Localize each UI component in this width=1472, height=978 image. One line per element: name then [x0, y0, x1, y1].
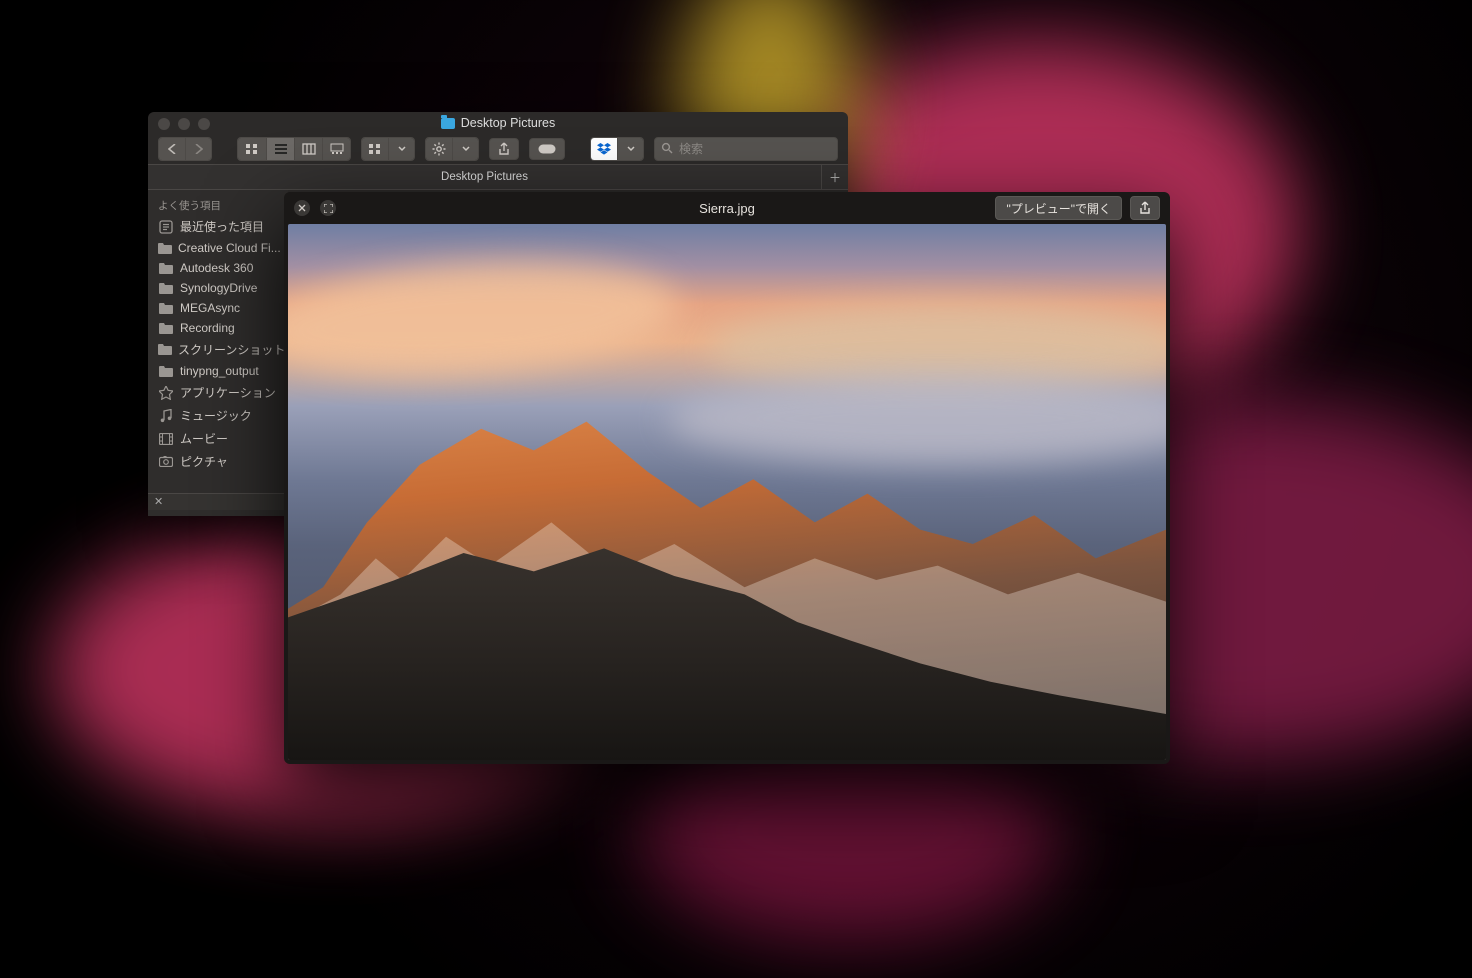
arrange-chevron[interactable] [388, 138, 414, 160]
nav-buttons [158, 137, 212, 161]
sidebar-item-label: Autodesk 360 [180, 261, 253, 275]
gallery-view-button[interactable] [322, 138, 350, 160]
sidebar-item-movies[interactable]: ムービー [148, 427, 288, 450]
sidebar-item-label: MEGAsync [180, 301, 240, 315]
sidebar-item-creative-cloud[interactable]: Creative Cloud Fi... [148, 238, 288, 258]
quicklook-close-button[interactable] [294, 200, 310, 216]
recent-icon [158, 220, 174, 234]
pathbar-close-button[interactable]: ✕ [154, 495, 163, 508]
action-gear-button[interactable] [426, 138, 452, 160]
sidebar-item-label: アプリケーション [180, 384, 276, 401]
dropbox-chevron[interactable] [617, 138, 643, 160]
sidebar-item-recents[interactable]: 最近使った項目 [148, 215, 288, 238]
sidebar-item-tinypng-output[interactable]: tinypng_output [148, 361, 288, 381]
finder-toolbar [148, 134, 848, 164]
quicklook-titlebar[interactable]: Sierra.jpg "プレビュー"で開く [284, 192, 1170, 224]
pictures-icon [158, 456, 174, 467]
window-title-text: Desktop Pictures [461, 116, 555, 130]
folder-icon [158, 366, 174, 377]
view-mode-segment [237, 137, 351, 161]
sidebar-item-applications[interactable]: アプリケーション [148, 381, 288, 404]
sidebar-item-synologydrive[interactable]: SynologyDrive [148, 278, 288, 298]
movie-icon [158, 433, 174, 445]
sidebar-item-label: 最近使った項目 [180, 218, 264, 235]
finder-titlebar[interactable]: Desktop Pictures [148, 112, 848, 134]
search-input[interactable] [677, 141, 831, 157]
column-view-button[interactable] [294, 138, 322, 160]
folder-icon [158, 323, 174, 334]
folder-icon [158, 303, 174, 314]
quicklook-window-controls [294, 200, 336, 216]
list-view-button[interactable] [266, 138, 294, 160]
sidebar-item-pictures[interactable]: ピクチャ [148, 450, 288, 473]
forward-button[interactable] [185, 138, 211, 160]
action-chevron[interactable] [452, 138, 478, 160]
sidebar-item-music[interactable]: ミュージック [148, 404, 288, 427]
folder-icon [158, 243, 172, 254]
finder-tabbar: Desktop Pictures ＋ [148, 164, 848, 190]
sidebar-item-label: ピクチャ [180, 453, 228, 470]
finder-sidebar: よく使う項目 最近使った項目 Creative Cloud Fi... Auto… [148, 190, 288, 516]
sidebar-item-label: ムービー [180, 430, 228, 447]
sidebar-section-header: よく使う項目 [148, 194, 288, 215]
search-field[interactable] [654, 137, 838, 161]
folder-icon [158, 344, 172, 355]
folder-icon [441, 118, 455, 129]
action-menu[interactable] [425, 137, 479, 161]
finder-tab-label: Desktop Pictures [441, 171, 528, 183]
quicklook-window[interactable]: Sierra.jpg "プレビュー"で開く [284, 192, 1170, 764]
folder-icon [158, 263, 174, 274]
dropbox-menu[interactable] [590, 137, 644, 161]
dropbox-button[interactable] [591, 138, 617, 160]
sidebar-item-label: Recording [180, 321, 235, 335]
quicklook-image-preview [288, 224, 1166, 760]
music-icon [158, 409, 174, 423]
open-with-preview-button[interactable]: "プレビュー"で開く [995, 196, 1122, 220]
new-tab-button[interactable]: ＋ [821, 165, 848, 189]
sidebar-item-autodesk360[interactable]: Autodesk 360 [148, 258, 288, 278]
sidebar-item-megasync[interactable]: MEGAsync [148, 298, 288, 318]
sidebar-item-screenshots[interactable]: スクリーンショット [148, 338, 288, 361]
sidebar-item-label: スクリーンショット [178, 341, 285, 358]
zoom-button[interactable] [198, 118, 210, 130]
share-button[interactable] [489, 138, 519, 160]
sidebar-item-recording[interactable]: Recording [148, 318, 288, 338]
folder-icon [158, 283, 174, 294]
tags-button[interactable] [529, 138, 565, 160]
icon-view-button[interactable] [238, 138, 266, 160]
sidebar-item-label: SynologyDrive [180, 281, 257, 295]
sidebar-item-label: ミュージック [180, 407, 252, 424]
sidebar-item-label: Creative Cloud Fi... [178, 241, 281, 255]
window-title: Desktop Pictures [441, 116, 555, 130]
back-button[interactable] [159, 138, 185, 160]
open-with-preview-label: "プレビュー"で開く [1006, 200, 1111, 217]
window-controls [158, 118, 210, 130]
arrange-menu[interactable] [361, 137, 415, 161]
quicklook-share-button[interactable] [1130, 196, 1160, 220]
minimize-button[interactable] [178, 118, 190, 130]
search-icon [661, 142, 673, 157]
sidebar-item-label: tinypng_output [180, 364, 259, 378]
close-button[interactable] [158, 118, 170, 130]
finder-tab[interactable]: Desktop Pictures [148, 171, 821, 183]
quicklook-fullscreen-button[interactable] [320, 200, 336, 216]
applications-icon [158, 386, 174, 400]
arrange-button[interactable] [362, 138, 388, 160]
